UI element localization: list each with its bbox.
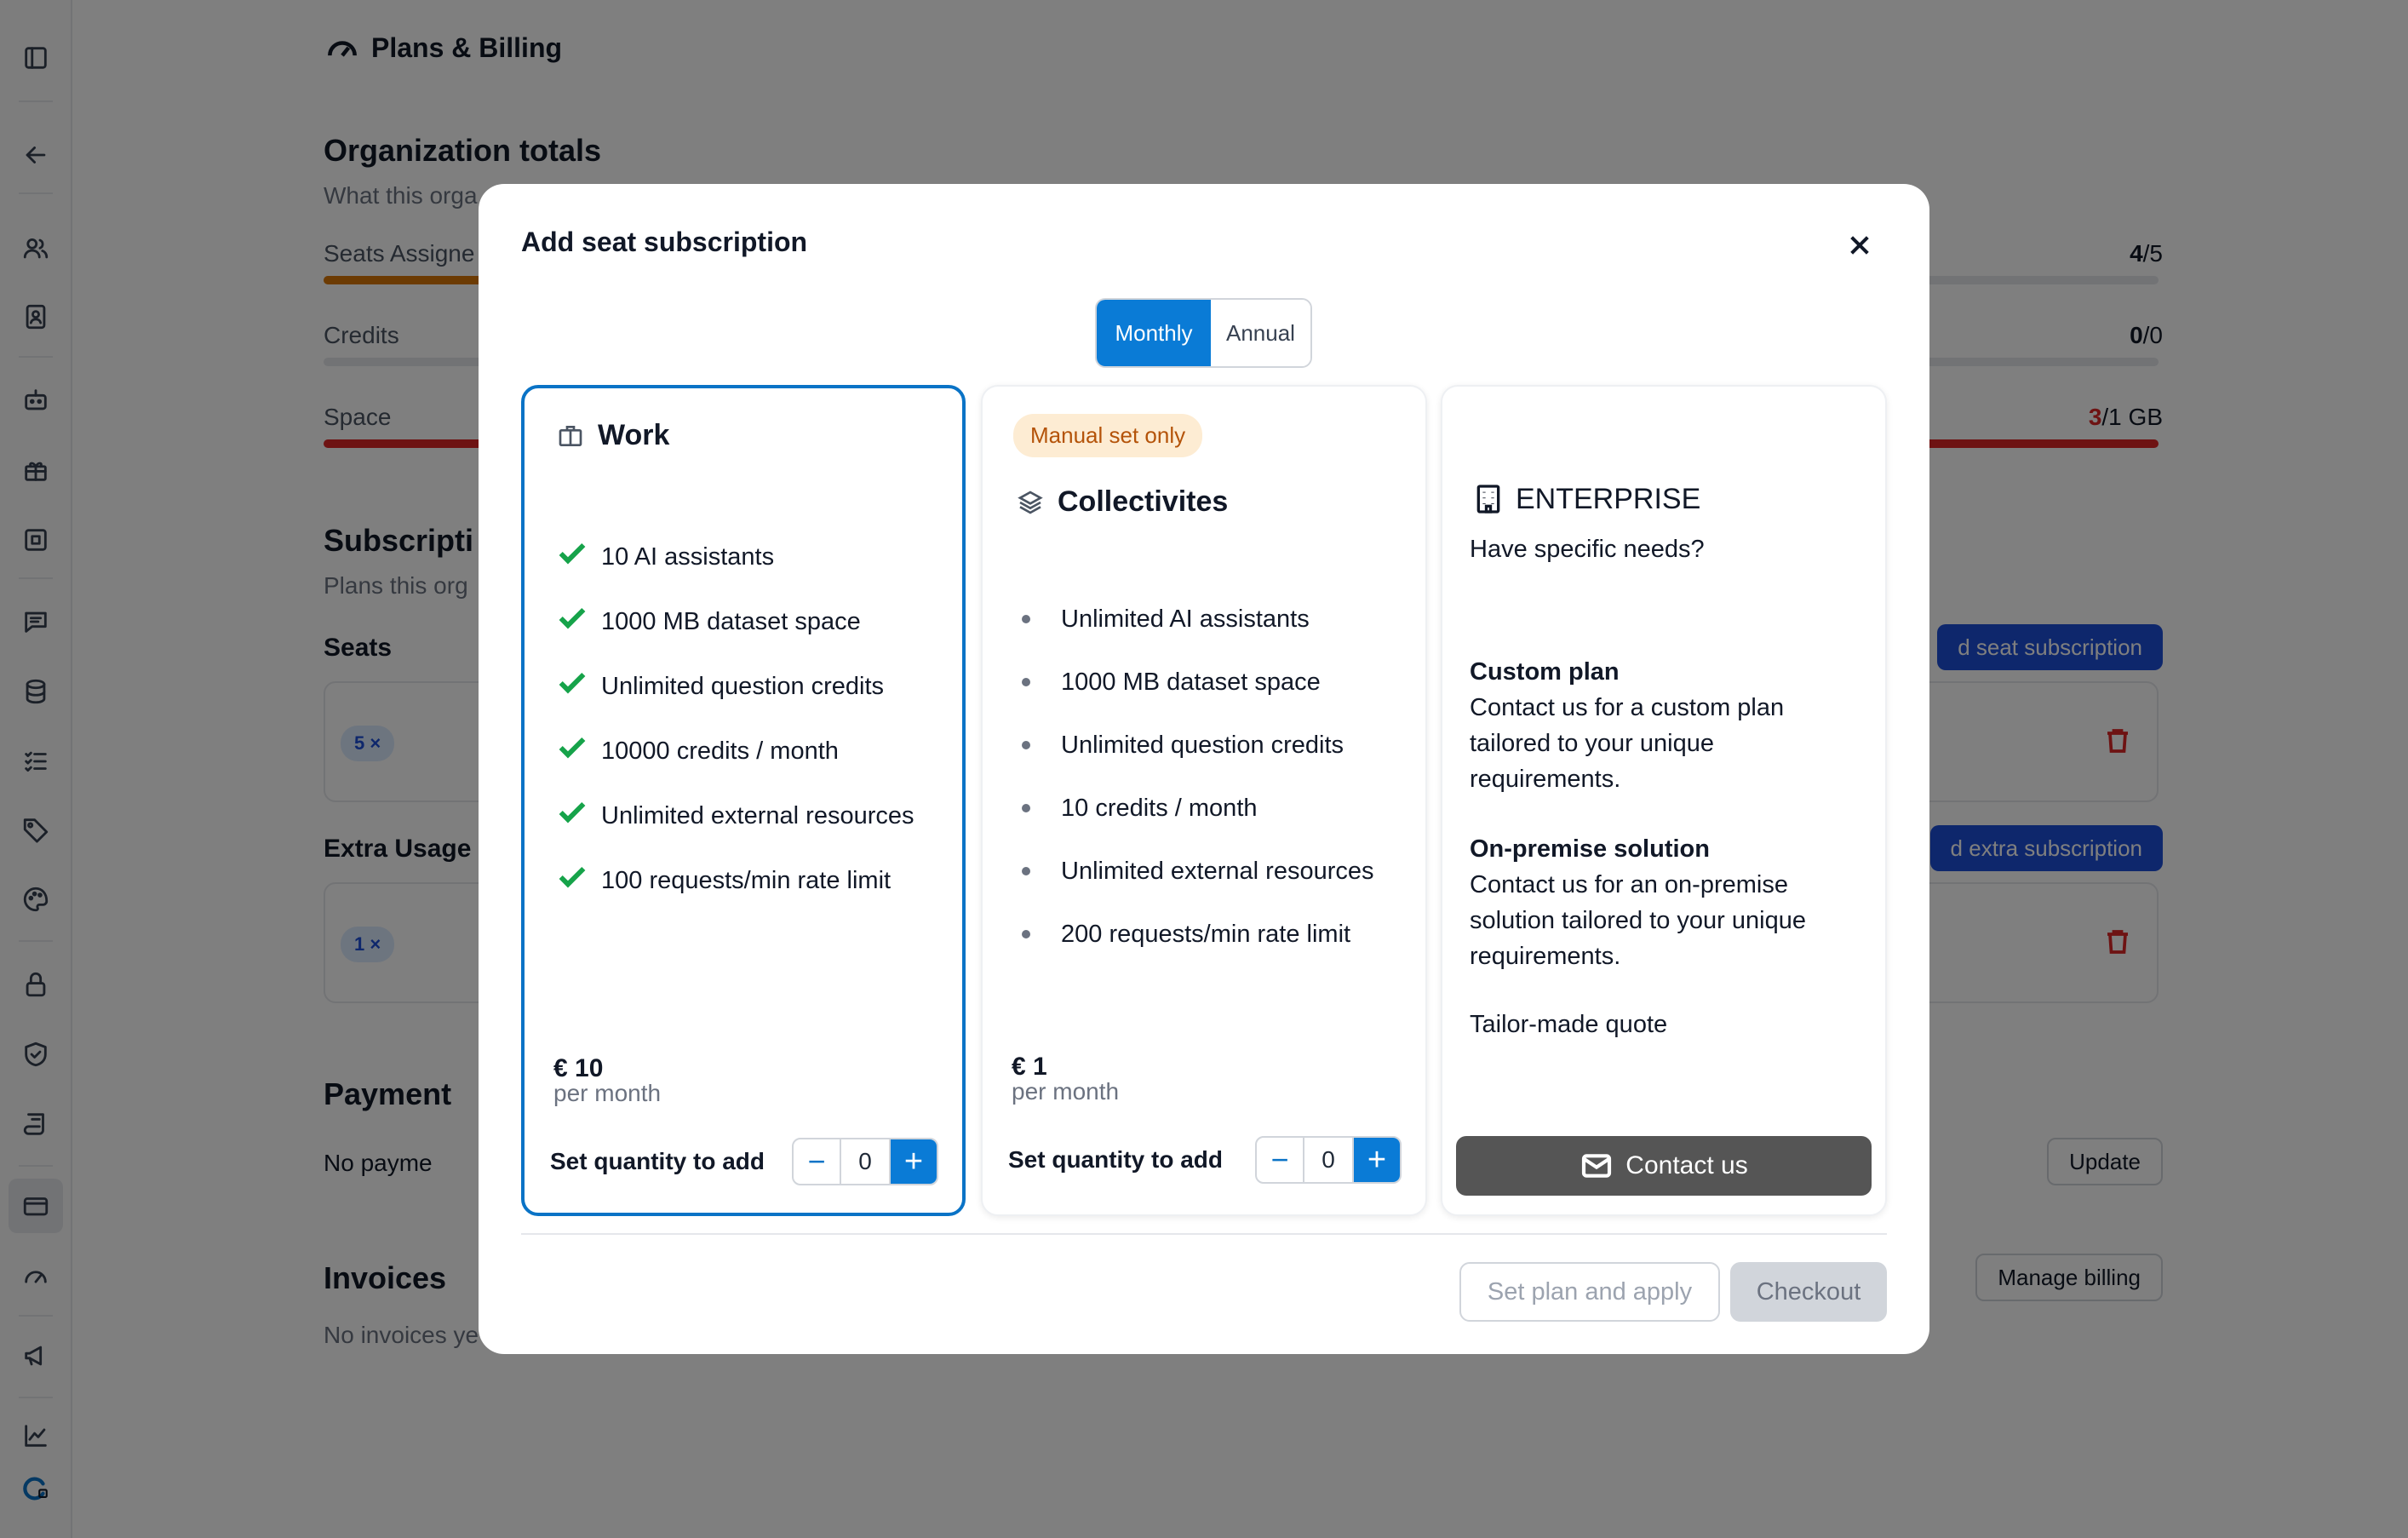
feature-item: 10 AI assistants	[555, 525, 914, 589]
feature-item: 200 requests/min rate limit	[1008, 903, 1373, 966]
manual-set-badge: Manual set only	[1013, 414, 1203, 457]
check-icon	[559, 801, 586, 824]
feature-item: Unlimited question credits	[1008, 714, 1373, 777]
feature-text: Unlimited external resources	[601, 801, 914, 829]
bullet-icon	[1022, 615, 1030, 623]
check-icon	[559, 672, 586, 694]
mail-icon	[1582, 1154, 1612, 1178]
custom-plan-description: Contact us for a custom plan tailored to…	[1470, 694, 1785, 793]
feature-text: 1000 MB dataset space	[1061, 668, 1321, 696]
feature-text: 10 AI assistants	[601, 542, 775, 571]
plan-name: ENTERPRISE	[1516, 482, 1701, 515]
bullet-icon	[1022, 930, 1030, 938]
quantity-stepper: − 0 +	[792, 1138, 938, 1185]
quantity-label: Set quantity to add	[1008, 1146, 1223, 1173]
feature-list: 10 AI assistants 1000 MB dataset space U…	[555, 525, 914, 913]
modal-title: Add seat subscription	[521, 227, 808, 257]
plan-card-work[interactable]: Work 10 AI assistants 1000 MB dataset sp…	[521, 385, 966, 1216]
plan-header: ENTERPRISE	[1471, 482, 1700, 516]
increment-button[interactable]: +	[891, 1139, 937, 1184]
plan-card-collectivities[interactable]: Manual set only Collectivites Unlimited …	[981, 385, 1427, 1216]
on-premise-title: On-premise solution	[1470, 835, 1710, 863]
tailor-made-quote: Tailor-made quote	[1470, 1011, 1668, 1038]
feature-item: Unlimited question credits	[555, 654, 914, 719]
check-icon	[559, 737, 586, 759]
feature-item: Unlimited external resources	[1008, 840, 1373, 903]
quantity-row: Set quantity to add − 0 +	[1008, 1136, 1402, 1184]
briefcase-icon	[559, 425, 582, 446]
close-button[interactable]	[1843, 228, 1877, 262]
feature-text: 10000 credits / month	[601, 737, 839, 765]
plan-name: Collectivites	[1058, 485, 1229, 518]
billing-period-toggle: Monthly Annual	[1095, 298, 1312, 368]
plan-price: € 10	[553, 1054, 604, 1082]
checkout-button[interactable]: Checkout	[1730, 1262, 1887, 1322]
feature-item: 10000 credits / month	[555, 719, 914, 783]
building-icon	[1476, 485, 1500, 514]
feature-text: 100 requests/min rate limit	[601, 866, 892, 894]
bullet-icon	[1022, 678, 1030, 686]
bullet-icon	[1022, 804, 1030, 812]
feature-item: 1000 MB dataset space	[1008, 651, 1373, 714]
quantity-label: Set quantity to add	[550, 1148, 765, 1174]
increment-button[interactable]: +	[1354, 1138, 1400, 1182]
feature-list: Unlimited AI assistants 1000 MB dataset …	[1008, 588, 1373, 966]
feature-item: Unlimited external resources	[555, 783, 914, 848]
add-seat-subscription-modal: Add seat subscription Monthly Annual Wor…	[479, 184, 1929, 1354]
check-icon	[559, 542, 586, 565]
feature-item: Unlimited AI assistants	[1008, 588, 1373, 651]
footer-divider	[521, 1233, 1887, 1235]
plan-period: per month	[553, 1080, 662, 1106]
plan-name: Work	[598, 419, 670, 451]
enterprise-tagline: Have specific needs?	[1470, 536, 1705, 563]
monthly-option[interactable]: Monthly	[1097, 300, 1211, 366]
plan-card-enterprise: ENTERPRISE Have specific needs? Custom p…	[1441, 385, 1887, 1216]
plan-header: Work	[557, 419, 669, 452]
plan-price: € 1	[1012, 1053, 1047, 1081]
feature-text: Unlimited external resources	[1061, 857, 1374, 885]
quantity-row: Set quantity to add − 0 +	[550, 1138, 938, 1185]
feature-item: 10 credits / month	[1008, 777, 1373, 840]
feature-text: Unlimited question credits	[601, 672, 885, 700]
close-icon	[1850, 236, 1869, 255]
bullet-icon	[1022, 867, 1030, 875]
contact-us-label: Contact us	[1625, 1151, 1748, 1179]
set-plan-and-apply-button[interactable]: Set plan and apply	[1459, 1262, 1720, 1322]
feature-item: 100 requests/min rate limit	[555, 848, 914, 913]
contact-us-button[interactable]: Contact us	[1456, 1136, 1872, 1196]
layers-icon	[1018, 490, 1043, 514]
bullet-icon	[1022, 741, 1030, 749]
feature-text: Unlimited question credits	[1061, 731, 1344, 759]
feature-text: 200 requests/min rate limit	[1061, 920, 1351, 948]
quantity-value[interactable]: 0	[840, 1139, 891, 1184]
plan-period: per month	[1012, 1078, 1120, 1105]
feature-text: 1000 MB dataset space	[601, 607, 861, 635]
annual-option[interactable]: Annual	[1211, 300, 1310, 366]
feature-text: Unlimited AI assistants	[1061, 605, 1310, 633]
custom-plan-title: Custom plan	[1470, 658, 1620, 686]
quantity-value[interactable]: 0	[1303, 1138, 1354, 1182]
feature-text: 10 credits / month	[1061, 794, 1258, 822]
decrement-button[interactable]: −	[1257, 1138, 1303, 1182]
on-premise-description: Contact us for an on-premise solution ta…	[1470, 871, 1806, 970]
check-icon	[559, 866, 586, 888]
feature-item: 1000 MB dataset space	[555, 589, 914, 654]
plan-header: Collectivites	[1017, 485, 1228, 519]
quantity-stepper: − 0 +	[1255, 1136, 1402, 1184]
check-icon	[559, 607, 586, 629]
decrement-button[interactable]: −	[794, 1139, 840, 1184]
